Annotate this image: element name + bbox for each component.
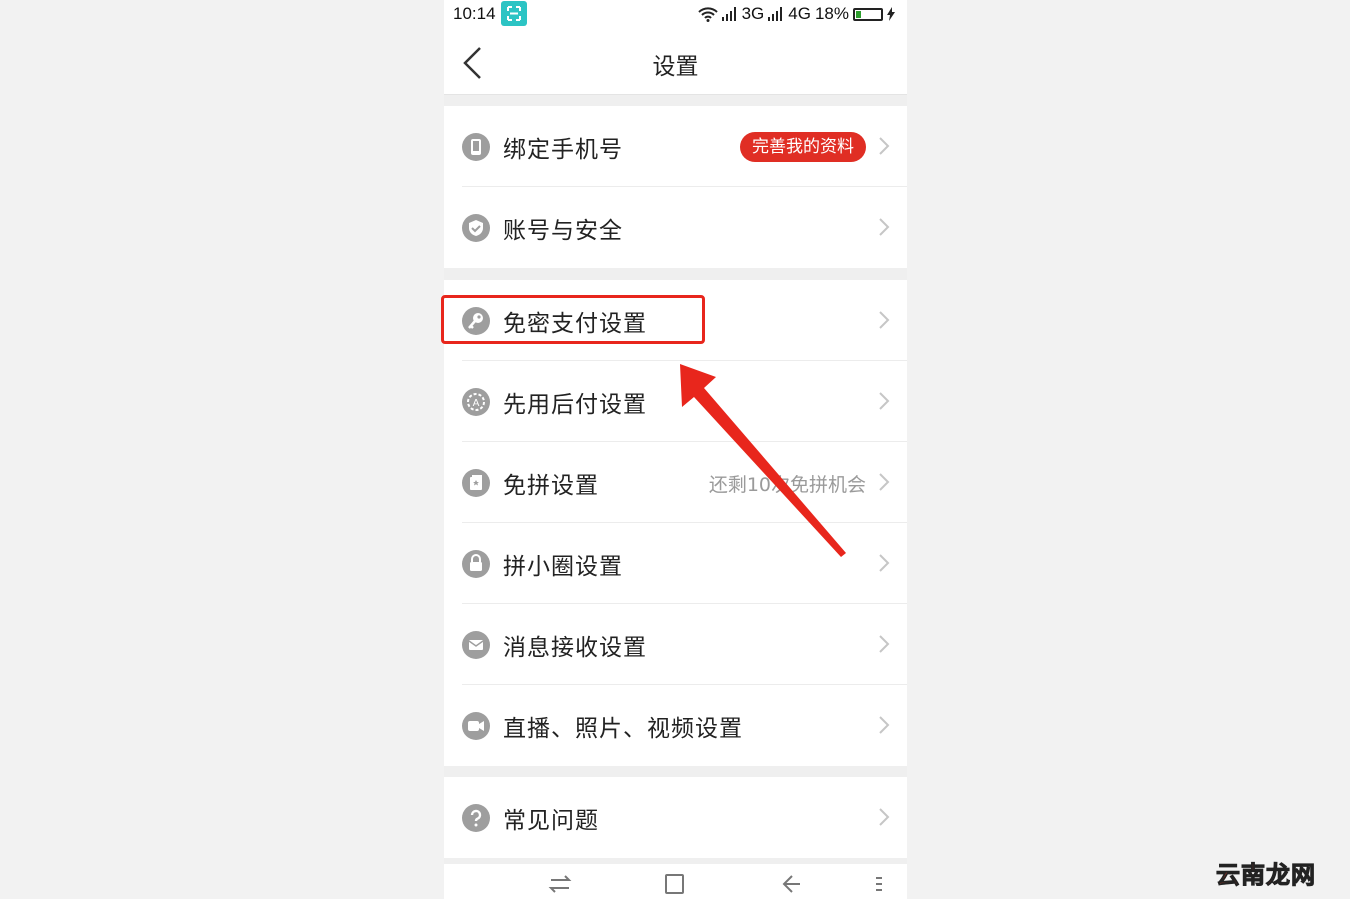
- signal-icon: [721, 7, 736, 21]
- chevron-right-icon: [879, 716, 890, 734]
- row-label: 绑定手机号: [503, 137, 623, 163]
- free-group-remaining: 还剩10次免拼机会: [708, 474, 866, 496]
- chevron-right-icon: [879, 635, 890, 653]
- switch-apps-icon[interactable]: [547, 872, 573, 896]
- card-icon: [462, 469, 490, 497]
- video-camera-icon: [462, 712, 490, 740]
- gear-badge-icon: A: [462, 388, 490, 416]
- row-label: 直播、照片、视频设置: [503, 716, 743, 742]
- system-nav-bar: [444, 864, 907, 899]
- status-indicators: 3G 4G 18%: [697, 4, 895, 24]
- row-label: 常见问题: [503, 808, 599, 834]
- chevron-right-icon: [879, 808, 890, 826]
- chevron-right-icon: [879, 137, 890, 155]
- complete-profile-badge[interactable]: 完善我的资料: [740, 132, 866, 162]
- chevron-right-icon: [879, 392, 890, 410]
- lock-icon: [462, 550, 490, 578]
- settings-group-help: 常见问题: [444, 777, 907, 858]
- wifi-icon: [697, 7, 718, 22]
- back-icon[interactable]: [778, 872, 804, 896]
- row-free-group[interactable]: 免拼设置 还剩10次免拼机会: [444, 442, 907, 523]
- network-type-1: 3G: [741, 4, 765, 23]
- status-time: 10:14: [453, 4, 496, 23]
- row-label: 消息接收设置: [503, 635, 647, 661]
- header-bar: 设置: [444, 28, 907, 95]
- question-icon: [462, 804, 490, 832]
- row-circle-settings[interactable]: 拼小圈设置: [444, 523, 907, 604]
- home-icon[interactable]: [662, 872, 688, 896]
- signal-icon-2: [768, 7, 783, 21]
- row-faq[interactable]: 常见问题: [444, 777, 907, 858]
- menu-icon[interactable]: [868, 872, 894, 896]
- svg-text:A: A: [473, 398, 480, 409]
- row-bind-phone[interactable]: 绑定手机号 完善我的资料: [444, 106, 907, 187]
- chevron-right-icon: [879, 311, 890, 329]
- row-media-settings[interactable]: 直播、照片、视频设置: [444, 685, 907, 766]
- battery-percent: 18%: [814, 4, 849, 23]
- scan-notification-icon: [501, 1, 527, 26]
- settings-group-features: 免密支付设置 A 先用后付设置 免拼设置 还剩10次免拼机会 拼小圈设置 消息接…: [444, 280, 907, 766]
- row-pay-later[interactable]: A 先用后付设置: [444, 361, 907, 442]
- battery-icon: [853, 7, 883, 21]
- status-bar: 10:14 3G 4G 18%: [444, 0, 907, 28]
- phone-screen: 10:14 3G 4G 18% 设置 绑定手机号 完善我的资料 账号与安全 免密…: [444, 0, 907, 899]
- watermark: 云南龙网: [1216, 861, 1316, 890]
- shield-icon: [462, 214, 490, 242]
- row-label: 免拼设置: [503, 473, 599, 499]
- chevron-right-icon: [879, 218, 890, 236]
- page-title: 设置: [652, 54, 699, 80]
- network-type-2: 4G: [788, 4, 811, 23]
- row-account-security[interactable]: 账号与安全: [444, 187, 907, 268]
- chevron-right-icon: [879, 473, 890, 491]
- charging-icon: [887, 7, 895, 21]
- settings-group-account: 绑定手机号 完善我的资料 账号与安全: [444, 106, 907, 268]
- chevron-right-icon: [879, 554, 890, 572]
- row-message-settings[interactable]: 消息接收设置: [444, 604, 907, 685]
- row-label: 账号与安全: [503, 218, 623, 244]
- row-label: 拼小圈设置: [503, 554, 623, 580]
- mail-icon: [462, 631, 490, 659]
- row-label: 先用后付设置: [503, 392, 647, 418]
- phone-icon: [462, 133, 490, 161]
- key-icon: [462, 307, 490, 335]
- row-password-free-pay[interactable]: 免密支付设置: [444, 280, 907, 361]
- row-label: 免密支付设置: [503, 311, 647, 337]
